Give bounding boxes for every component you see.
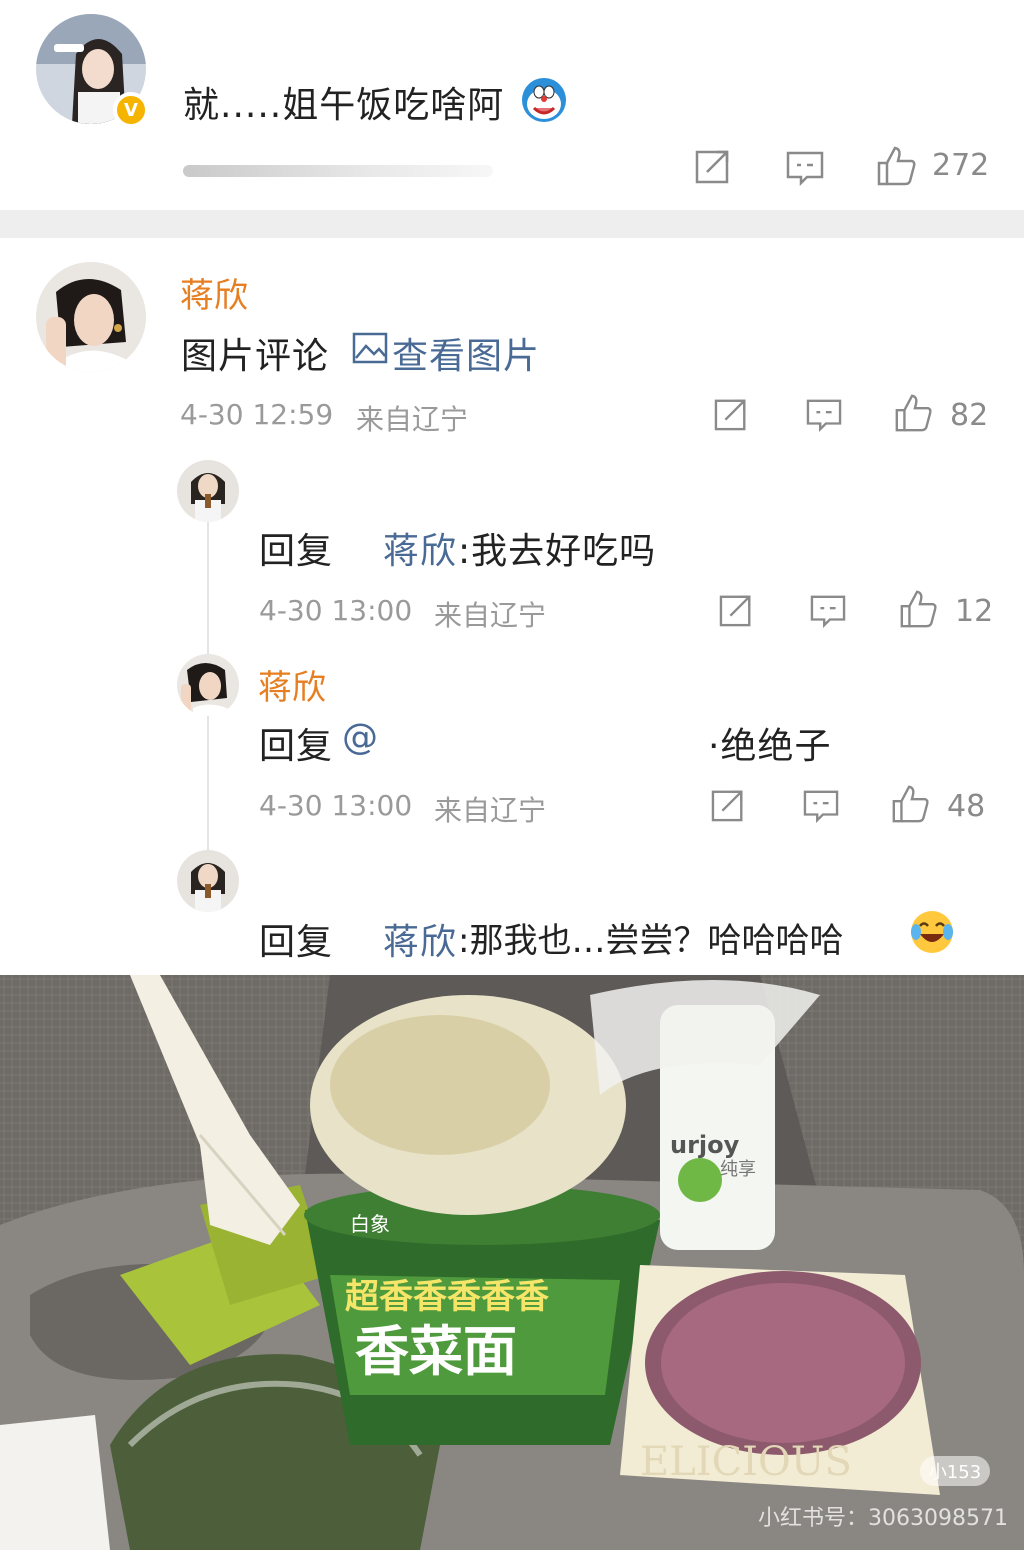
reply1-avatar[interactable] xyxy=(177,460,239,522)
comment-author-name[interactable]: 蒋欣 xyxy=(180,268,248,317)
reply3-avatar[interactable] xyxy=(177,850,239,912)
comment-date: 4-30 12:59 xyxy=(180,398,334,431)
reply2-location: 来自辽宁 xyxy=(434,794,547,827)
reply2-comment-icon[interactable] xyxy=(802,789,840,823)
watermark-badge: 小153 xyxy=(920,1456,990,1486)
view-image-link[interactable]: 查看图片 xyxy=(392,327,540,379)
post-like-count: 272 xyxy=(932,148,990,183)
reply3-label: 回复 xyxy=(259,922,334,963)
ham-pack-text: ELICIOUS xyxy=(640,1439,852,1485)
cup-line1-text: 超香香香香香 xyxy=(345,1277,549,1317)
reply1-date: 4-30 13:00 xyxy=(259,594,413,627)
image-icon[interactable] xyxy=(352,332,388,364)
repost-icon[interactable] xyxy=(695,148,733,184)
reply1-label: 回复 xyxy=(259,531,334,572)
watermark-text: 小红书号：3063098571 xyxy=(758,1506,1008,1531)
reply2-avatar[interactable] xyxy=(177,654,239,716)
comment-location: 来自辽宁 xyxy=(356,403,469,436)
reply1-repost-icon[interactable] xyxy=(719,593,755,627)
reply2-date: 4-30 13:00 xyxy=(259,789,413,822)
post-text: 就.....姐午饭吃啥阿 xyxy=(183,85,505,126)
reply2-repost-icon[interactable] xyxy=(711,788,747,822)
bottle-brand-text: urjoy xyxy=(670,1131,740,1159)
reply1-like-count: 12 xyxy=(955,594,994,629)
verified-badge-icon: V xyxy=(113,92,149,128)
section-divider xyxy=(0,210,1024,238)
reply2-text: ·绝绝子 xyxy=(708,726,832,767)
reply1-text: :我去好吃吗 xyxy=(458,531,657,572)
laughing-crying-emoji-icon xyxy=(908,908,956,956)
comment-like-count: 82 xyxy=(950,398,989,433)
reply2-like-count: 48 xyxy=(947,789,986,824)
comment-icon[interactable] xyxy=(785,150,825,186)
comment-repost-icon[interactable] xyxy=(714,397,750,431)
bottle-sub-text: 纯享 xyxy=(720,1159,756,1180)
comment-body-prefix: 图片评论 xyxy=(181,336,330,377)
comment-like-icon[interactable] xyxy=(893,393,933,433)
doraemon-emoji-icon xyxy=(520,76,568,124)
reply2-author-name[interactable]: 蒋欣 xyxy=(258,660,326,709)
reply1-like-icon[interactable] xyxy=(898,589,938,629)
reply1-location: 来自辽宁 xyxy=(434,599,547,632)
reply3-text: :那我也…尝尝？哈哈哈哈 xyxy=(458,921,844,961)
cup-line2-text: 香菜面 xyxy=(355,1320,517,1383)
reply2-mention-start[interactable]: @ xyxy=(342,717,379,758)
comment-reply-icon[interactable] xyxy=(805,398,843,432)
reply2-like-icon[interactable] xyxy=(890,784,930,824)
reply1-mention[interactable]: 蒋欣 xyxy=(383,522,457,574)
comment-author-avatar[interactable] xyxy=(36,262,146,372)
reply3-mention[interactable]: 蒋欣 xyxy=(383,913,457,965)
reply2-label: 回复 xyxy=(259,726,334,767)
blurred-text-line xyxy=(183,165,493,177)
cup-brand-text: 白象 xyxy=(350,1212,390,1236)
like-icon[interactable] xyxy=(875,145,917,187)
lunch-photo[interactable]: urjoy 纯享 白象 超香香香香香 香菜面 ELICIOUS xyxy=(0,975,1024,1550)
reply1-comment-icon[interactable] xyxy=(809,594,847,628)
